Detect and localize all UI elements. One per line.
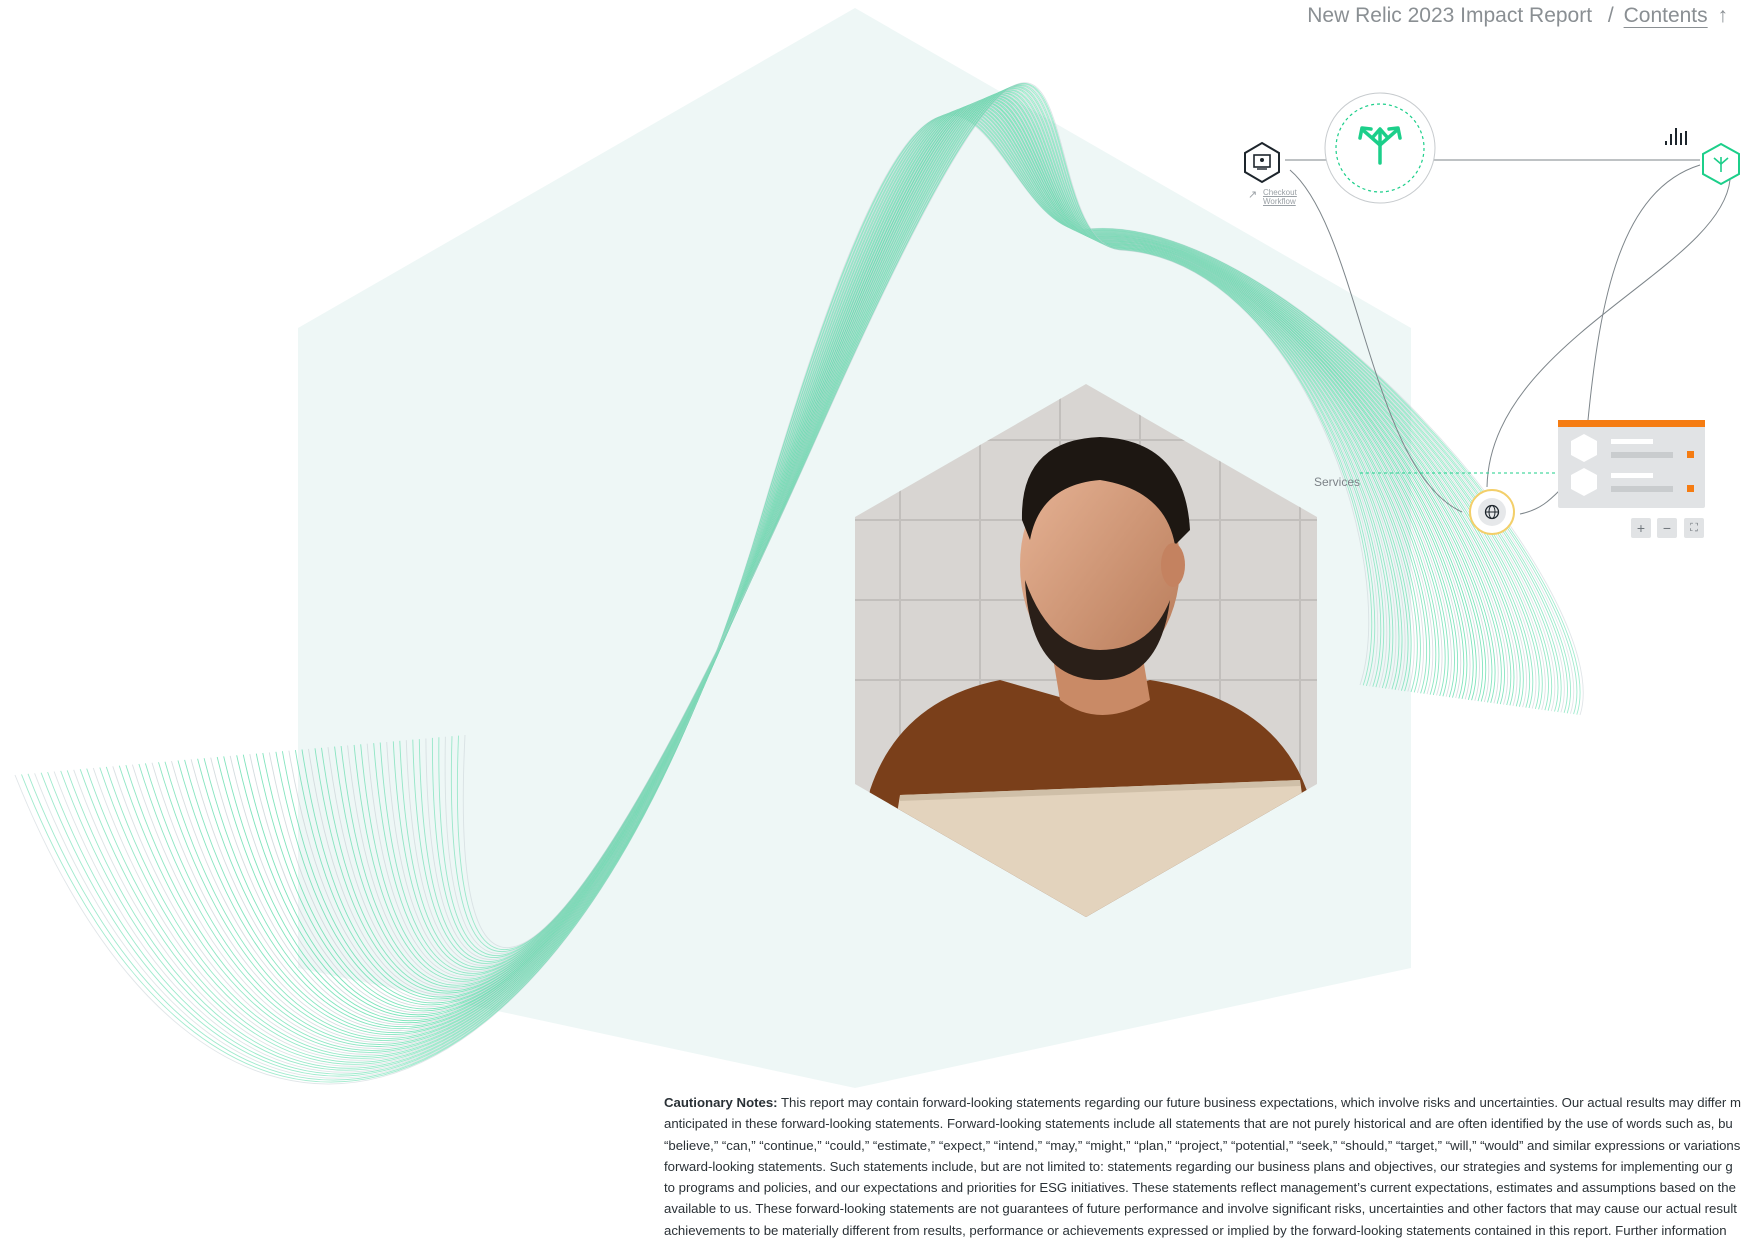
contents-link[interactable]: Contents bbox=[1624, 4, 1708, 27]
hex-branch-icon bbox=[1702, 142, 1740, 186]
checkout-workflow-label: Checkout Workflow bbox=[1263, 188, 1323, 206]
report-header: New Relic 2023 Impact Report / Contents … bbox=[1307, 4, 1728, 28]
signal-bars-icon bbox=[1665, 128, 1687, 145]
diagonal-arrow-icon: ↗ bbox=[1248, 189, 1258, 201]
header-separator: / bbox=[1607, 4, 1614, 27]
checkout-label-line1: Checkout bbox=[1263, 188, 1297, 197]
up-arrow-icon[interactable]: ↑ bbox=[1718, 4, 1729, 27]
fit-view-button[interactable]: ⛶ bbox=[1684, 518, 1704, 538]
branch-arrows-icon bbox=[1324, 92, 1436, 204]
service-card bbox=[1558, 420, 1705, 508]
report-title: New Relic 2023 Impact Report bbox=[1307, 4, 1593, 27]
zoom-out-button[interactable]: − bbox=[1657, 518, 1677, 538]
zoom-in-button[interactable]: + bbox=[1631, 518, 1651, 538]
monitor-icon bbox=[1244, 141, 1280, 184]
services-label: Services bbox=[1314, 475, 1361, 489]
background-artwork bbox=[14, 8, 1740, 1088]
checkout-label-line2: Workflow bbox=[1263, 197, 1296, 206]
globe-icon bbox=[1469, 489, 1515, 535]
